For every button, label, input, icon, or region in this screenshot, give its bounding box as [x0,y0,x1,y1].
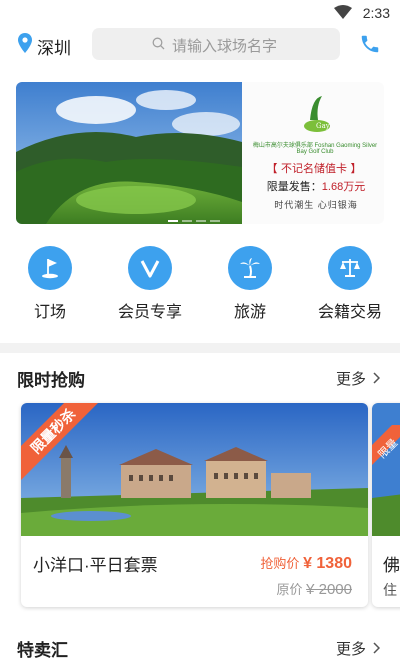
flash-sale-card[interactable]: 限量 佛 住 [372,403,400,607]
club-name: 梅山市高尔夫球俱乐部 Foshan Gaoming Silver Bay Gol… [252,143,378,155]
nav-travel[interactable]: 旅游 [210,246,290,322]
nav-label: 旅游 [233,304,266,321]
sale-price: 抢购价 ¥ 1380 [260,553,352,573]
original-price: 原价 ¥ 2000 [276,579,352,598]
chevron-right-icon[interactable] [373,371,381,389]
carousel-dots [168,209,224,224]
quick-nav: 订场 会员专享 旅游 会籍交易 [0,246,400,326]
promo-banner[interactable]: Gay 梅山市高尔夫球俱乐部 Foshan Gaoming Silver Bay… [16,82,384,224]
more-link[interactable]: 更多 [336,368,366,389]
banner-slogan: 【 不记名储值卡 】 [266,162,362,175]
ad-panel: Gay 梅山市高尔夫球俱乐部 Foshan Gaoming Silver Bay… [242,82,384,224]
search-icon [152,37,165,55]
product-subtitle: 住 [383,582,397,598]
sale-label: 抢购价 [260,556,300,571]
banner-tagline: 时代潮生 心归银海 [274,200,358,210]
nav-label: 会籍交易 [317,304,382,321]
palm-tree-icon [228,246,272,290]
status-bar: 2:33 [0,0,400,26]
search-placeholder: 请输入球场名字 [172,38,278,55]
carousel-dot[interactable] [196,220,206,222]
product-photo [372,403,400,536]
nav-label: 订场 [33,304,66,321]
nav-member-exclusive[interactable]: 会员专享 [110,246,190,322]
flash-sale-ribbon: 限量 [372,425,400,465]
section-title: 特卖汇 [17,641,68,660]
sale-price-value: ¥ 1380 [303,555,352,572]
club-logo-icon: Gay [304,96,330,132]
flash-sale-header: 限时抢购 更多 [0,362,400,392]
search-input[interactable]: 请输入球场名字 [92,28,340,60]
nav-membership-trade[interactable]: 会籍交易 [310,246,390,322]
chevron-right-icon[interactable] [373,641,381,659]
scales-icon [328,246,372,290]
golf-flag-icon [28,246,72,290]
section-divider [0,343,400,353]
carousel-dot[interactable] [182,220,192,222]
golf-course-photo [16,82,242,224]
phone-icon[interactable] [359,33,381,60]
nav-book-course[interactable]: 订场 [10,246,90,322]
location-pin-icon[interactable] [18,33,32,58]
original-label: 原价 [276,582,303,597]
nav-label: 会员专享 [117,304,182,321]
more-link[interactable]: 更多 [336,638,366,659]
svg-text:Gay: Gay [316,122,330,130]
carousel-dot[interactable] [210,220,220,222]
product-name: 佛 [383,556,400,575]
price-label: 限量发售： [266,181,322,193]
wifi-icon [334,5,352,24]
vip-v-icon [128,246,172,290]
banner-price: 限量发售：1.68万元 [252,178,380,194]
city-selector[interactable]: 深圳 [37,34,71,59]
original-price-value: ¥ 2000 [306,581,352,598]
special-sale-header: 特卖汇 更多 [0,632,400,660]
price-value: 1.68万元 [321,181,366,193]
flash-sale-card[interactable]: 限量秒杀 小洋口·平日套票 抢购价 ¥ 1380 原价 ¥ 2000 [21,403,368,607]
top-bar: 深圳 请输入球场名字 [0,26,400,66]
status-time: 2:33 [362,5,390,21]
product-name: 小洋口·平日套票 [33,556,158,575]
carousel-dot[interactable] [168,220,178,222]
section-title: 限时抢购 [17,371,85,390]
